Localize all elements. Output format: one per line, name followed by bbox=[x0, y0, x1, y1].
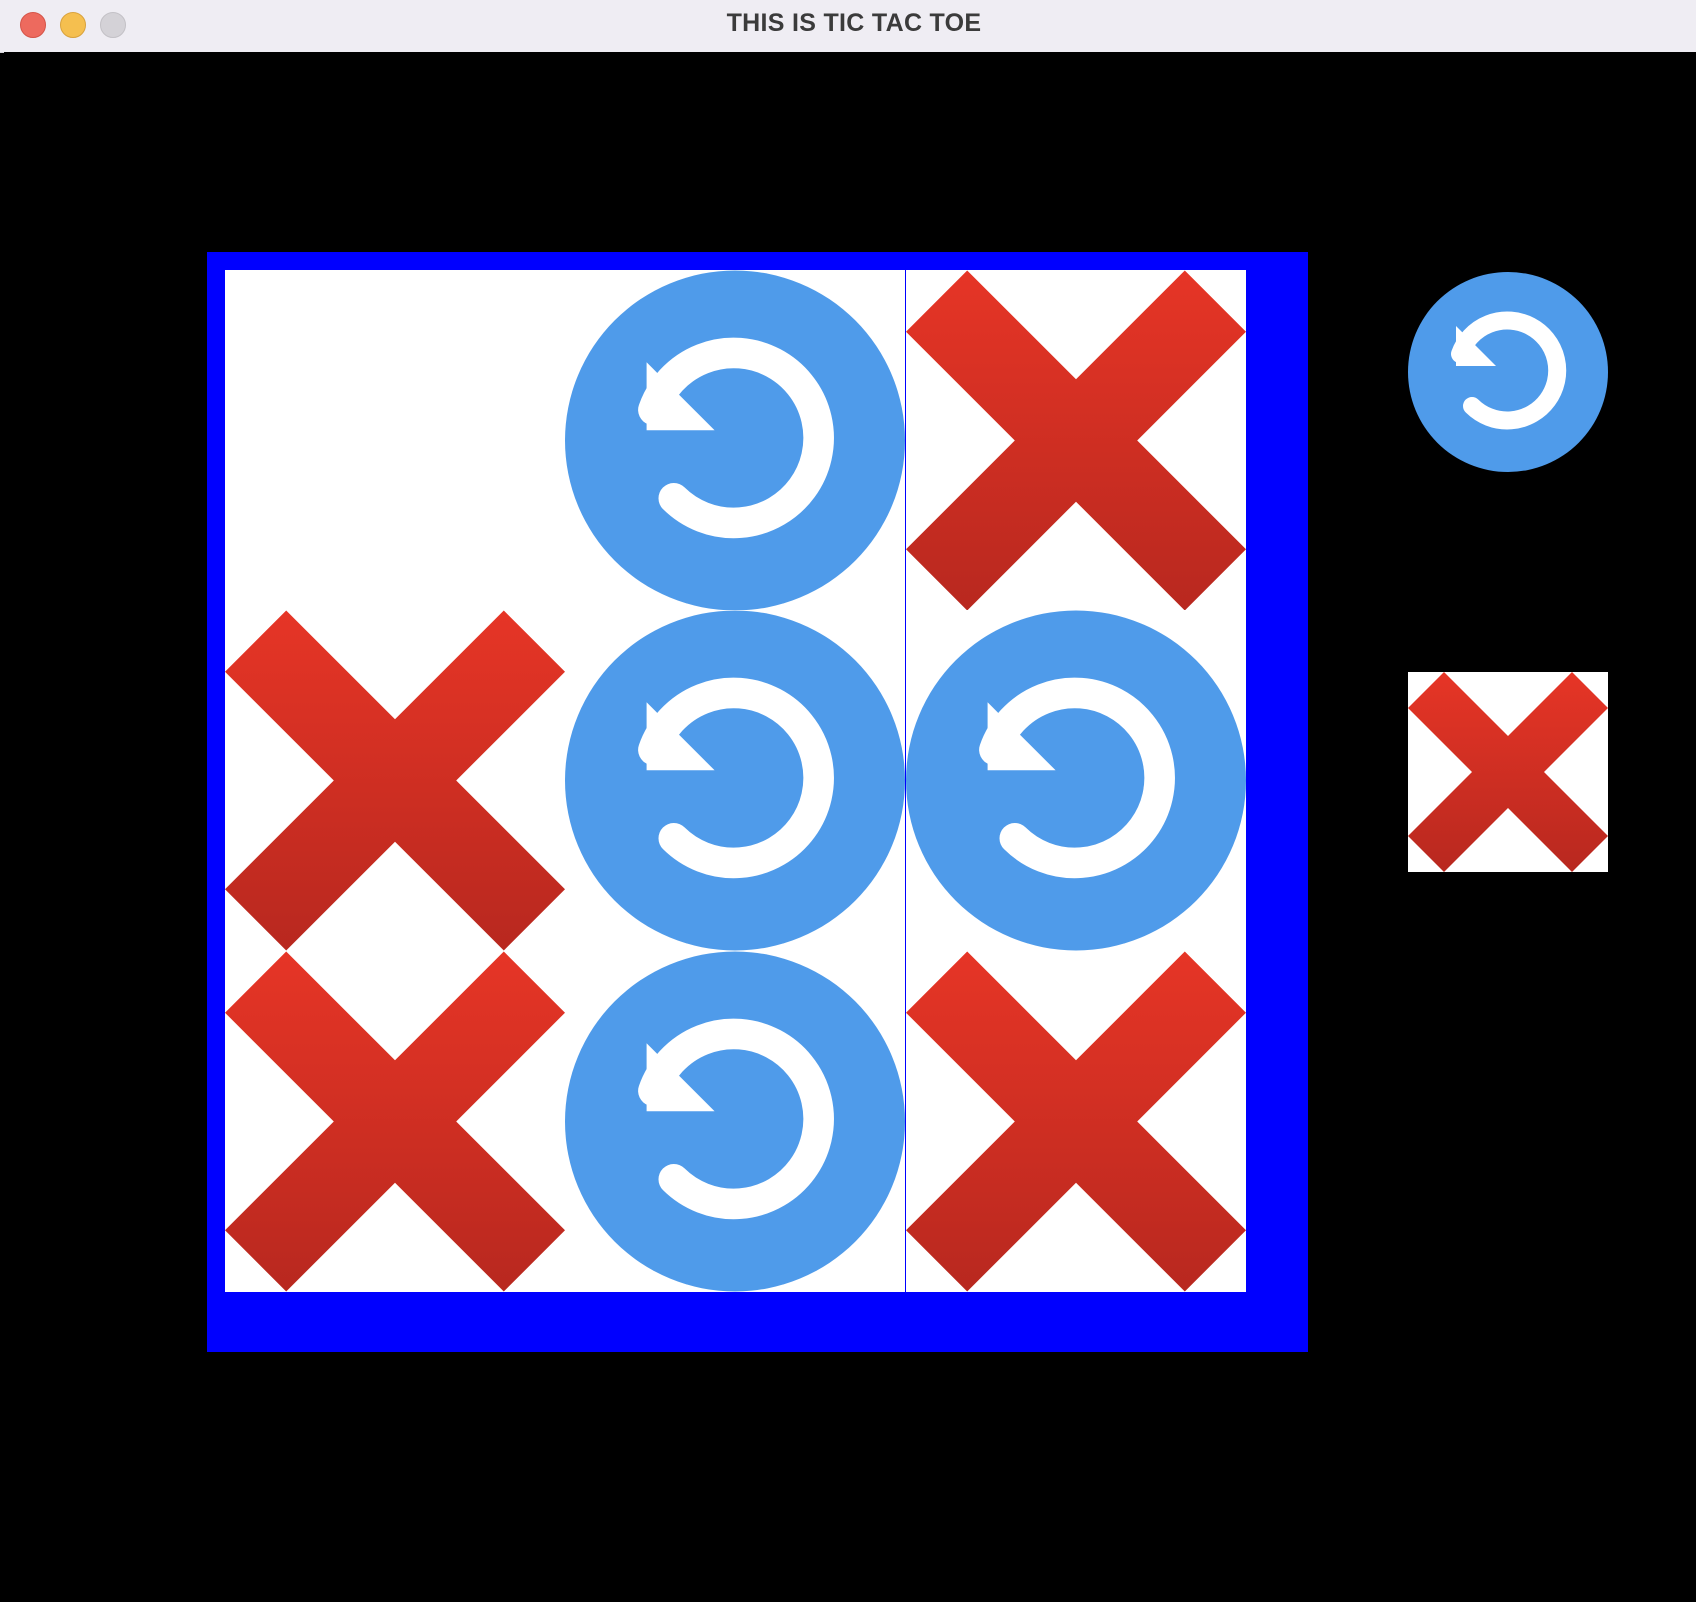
board-cell-3-3[interactable] bbox=[906, 951, 1246, 1292]
red-x-cross-icon bbox=[225, 610, 565, 951]
undo-arrow-circle-icon bbox=[906, 610, 1246, 951]
board-cell-2-2[interactable] bbox=[565, 610, 905, 951]
player-x-indicator bbox=[1408, 672, 1608, 872]
board-cell-1-1[interactable] bbox=[225, 270, 565, 611]
red-x-cross-icon bbox=[1408, 672, 1608, 872]
board-cell-2-3[interactable] bbox=[906, 610, 1246, 951]
red-x-cross-icon bbox=[225, 951, 565, 1292]
player-o-indicator bbox=[1408, 272, 1608, 472]
undo-arrow-circle-icon bbox=[565, 270, 905, 611]
board-cell-3-2[interactable] bbox=[565, 951, 905, 1292]
board-cell-1-2[interactable] bbox=[565, 270, 905, 611]
window-title: THIS IS TIC TAC TOE bbox=[726, 9, 982, 37]
board-cell-3-1[interactable] bbox=[225, 951, 565, 1292]
red-x-cross-icon bbox=[906, 951, 1246, 1292]
title-bar: THIS IS TIC TAC TOE bbox=[0, 0, 1696, 53]
game-canvas bbox=[4, 52, 1696, 1602]
red-x-cross-icon bbox=[906, 270, 1246, 611]
undo-arrow-circle-icon bbox=[565, 951, 905, 1292]
app-window: THIS IS TIC TAC TOE bbox=[0, 0, 1696, 1602]
undo-arrow-circle-icon bbox=[1408, 272, 1608, 472]
undo-arrow-circle-icon bbox=[565, 610, 905, 951]
board-cell-1-3[interactable] bbox=[906, 270, 1246, 611]
tic-tac-toe-board bbox=[207, 252, 1308, 1352]
board-cell-2-1[interactable] bbox=[225, 610, 565, 951]
